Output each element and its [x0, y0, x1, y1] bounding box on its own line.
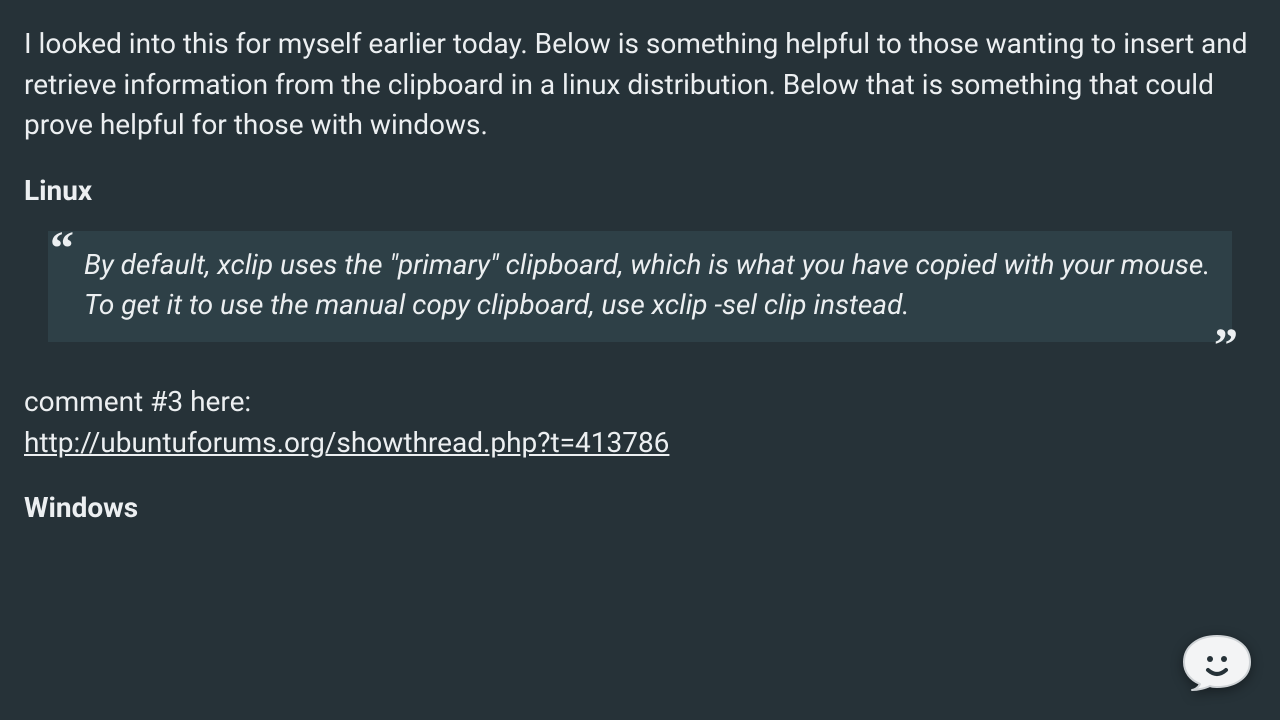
- close-quote-icon: ”: [1214, 322, 1238, 370]
- chat-widget-button[interactable]: [1178, 632, 1256, 692]
- intro-paragraph: I looked into this for myself earlier to…: [24, 24, 1256, 146]
- linux-heading: Linux: [24, 174, 1256, 207]
- linux-blockquote: “ By default, xclip uses the "primary" c…: [48, 231, 1232, 342]
- ubuntu-forums-link[interactable]: http://ubuntuforums.org/showthread.php?t…: [24, 423, 669, 464]
- blockquote-text: By default, xclip uses the "primary" cli…: [48, 231, 1232, 342]
- open-quote-icon: “: [50, 225, 74, 273]
- windows-heading: Windows: [24, 491, 1256, 524]
- comment-source-label: comment #3 here:: [24, 382, 1256, 423]
